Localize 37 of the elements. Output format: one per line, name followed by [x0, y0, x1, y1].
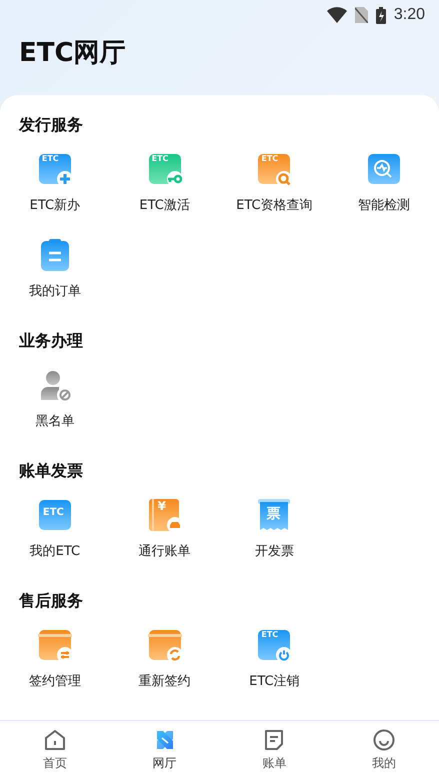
section-title: 业务办理	[19, 330, 84, 352]
card-refresh-icon	[148, 628, 182, 662]
service-item[interactable]: ETC ETC新办	[0, 141, 110, 223]
nav-tab[interactable]: 首页	[0, 721, 110, 780]
service-item[interactable]: ETC ETC注销	[220, 617, 330, 699]
service-item[interactable]: 黑名单	[0, 357, 110, 439]
card-plus-icon: ETC	[38, 152, 72, 186]
service-item[interactable]: 签约管理	[0, 617, 110, 699]
status-time: 3:20	[394, 6, 425, 24]
battery-charging-icon	[376, 6, 386, 24]
nav-tab[interactable]: 我的	[329, 721, 439, 780]
service-item[interactable]: ETC 我的ETC	[0, 487, 110, 569]
card-key-icon: ETC	[148, 152, 182, 186]
book-car-icon: ¥	[148, 498, 182, 532]
nav-tab[interactable]: 网厅	[110, 721, 220, 780]
service-item[interactable]: 重新签约	[110, 617, 220, 699]
card-icon: ETC	[38, 498, 72, 532]
section-title: 售后服务	[19, 590, 84, 612]
wifi-icon	[326, 7, 347, 23]
service-item[interactable]: ¥ 通行账单	[110, 487, 220, 569]
service-item[interactable]: ETC ETC资格查询	[220, 141, 330, 223]
document-icon	[263, 729, 286, 751]
service-item[interactable]: 我的订单	[0, 227, 110, 309]
smiley-icon	[373, 729, 396, 751]
service-item[interactable]: 票 开发票	[220, 487, 330, 569]
section-title: 发行服务	[19, 114, 84, 136]
page-title: ETC网厅	[19, 37, 127, 70]
no-sim-icon	[354, 7, 368, 23]
nav-tab[interactable]: 账单	[220, 721, 330, 780]
card-sliders-icon	[38, 628, 72, 662]
magnifier-pulse-icon	[367, 152, 402, 186]
card-power-icon: ETC	[257, 628, 292, 662]
service-item[interactable]: ETC ETC激活	[110, 141, 220, 223]
section-title: 账单发票	[19, 460, 84, 482]
card-magnifier-icon: ETC	[257, 152, 292, 186]
service-item[interactable]: 智能检测	[329, 141, 439, 223]
home-icon	[44, 729, 66, 751]
